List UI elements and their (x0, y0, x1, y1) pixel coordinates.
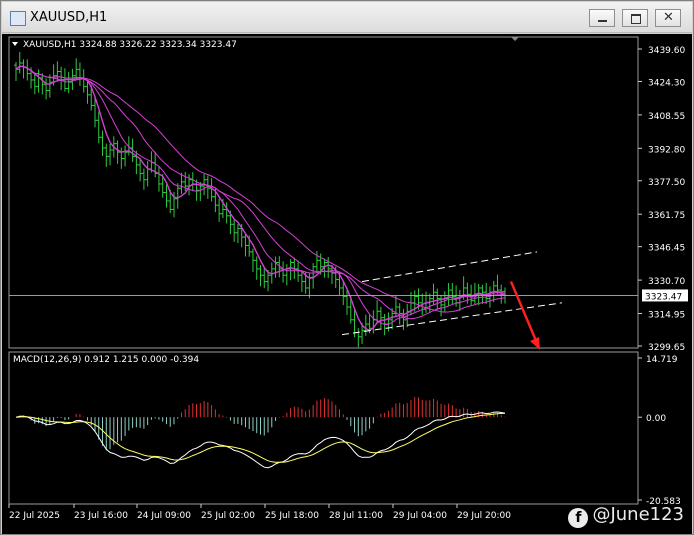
minimize-icon (598, 20, 607, 22)
price-tick-label: 3377.50 (648, 178, 685, 188)
time-tick-label: 22 Jul 2025 (9, 511, 60, 521)
watermark-text: @June123 (592, 504, 684, 525)
macd-tick-label: 14.719 (646, 355, 678, 365)
restore-button[interactable] (622, 9, 648, 27)
chart-shift-marker-icon (511, 37, 519, 41)
macd-pane-frame (8, 351, 639, 505)
time-tick-label: 29 Jul 20:00 (457, 511, 511, 521)
minimize-button[interactable] (589, 9, 615, 27)
price-tick-label: 3330.70 (648, 277, 685, 287)
price-pane-frame (8, 36, 639, 349)
price-tick-label: 3314.95 (648, 311, 685, 321)
facebook-icon: f (568, 508, 589, 528)
arrow-shaft (509, 281, 539, 344)
price-tick-label: 3346.45 (648, 244, 685, 254)
close-button[interactable]: ✕ (655, 9, 681, 27)
terminal-window: XAUUSD,H1 ✕ 3439.60 3424.30 3408.55 3392.80… (0, 0, 694, 535)
macd-tick-label: 0.00 (646, 414, 666, 424)
time-tick-label: 25 Jul 02:00 (201, 511, 255, 521)
time-tick-label: 25 Jul 18:00 (265, 511, 319, 521)
title-bar[interactable]: XAUUSD,H1 ✕ (2, 2, 692, 33)
channel-upper-line (361, 251, 538, 283)
price-tick-label: 3392.80 (648, 145, 685, 155)
time-tick-label: 24 Jul 09:00 (137, 511, 191, 521)
close-icon: ✕ (663, 10, 674, 25)
window-title: XAUUSD,H1 (30, 10, 108, 25)
restore-icon (631, 14, 641, 24)
macd-header-text: MACD(12,26,9) 0.912 1.215 0.000 -0.394 (13, 355, 199, 365)
watermark: f @June123 (568, 504, 684, 528)
chart-menu-triangle-icon (12, 42, 18, 46)
chart-area[interactable]: 3439.60 3424.30 3408.55 3392.80 3377.50 3361.… (2, 34, 692, 534)
moving-average-line (15, 65, 506, 332)
channel-lower-line (341, 302, 563, 336)
time-tick-label: 23 Jul 16:00 (74, 511, 128, 521)
time-tick-label: 29 Jul 04:00 (393, 511, 447, 521)
price-tick-label: 3361.75 (648, 211, 685, 221)
price-tick-label: 3424.30 (648, 78, 685, 88)
price-tick-label: 3439.60 (648, 46, 685, 56)
time-tick-label: 28 Jul 11:00 (329, 511, 383, 521)
price-chart-svg[interactable]: 3439.60 3424.30 3408.55 3392.80 3377.50 3361.… (2, 34, 692, 534)
chart-window-icon (10, 11, 26, 26)
price-tick-label: 3408.55 (648, 112, 685, 122)
price-tick-label: 3299.65 (648, 343, 685, 353)
current-price-label: 3323.47 (645, 292, 682, 302)
price-header-text: XAUUSD,H1 3324.88 3326.22 3323.34 3323.4… (23, 40, 237, 50)
